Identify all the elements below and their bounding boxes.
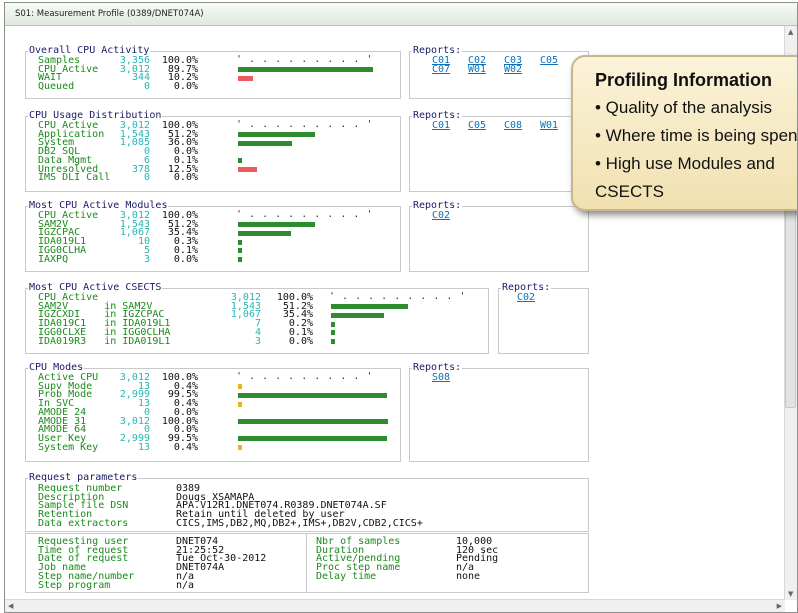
horizontal-scrollbar[interactable]: ◀ ▶ [5, 599, 785, 612]
percent-scale: ' . . . . . . . . . ' [236, 371, 373, 382]
metric-bar [238, 392, 388, 398]
request-details-panel: Requesting user DNET074 Time of request 21:… [25, 533, 589, 593]
metric-percent: 0.0% [288, 335, 313, 347]
percent-scale: ' . . . . . . . . . ' [236, 119, 373, 130]
percent-scale: ' . . . . . . . . . ' [236, 209, 373, 220]
metric-bar [238, 401, 242, 407]
cpu-usage-distribution-panel: CPU Usage Distribution CPU Active 3,012 100… [25, 111, 401, 192]
title-bar: S01: Measurement Profile (0389/DNET074A) [5, 3, 797, 26]
metric-percent: 0.0% [173, 172, 198, 184]
metric-bar [331, 330, 335, 336]
csects-reports-panel: Reports: C02 [498, 283, 589, 354]
metric-count: 3 [254, 335, 261, 347]
metric-bar [331, 312, 385, 318]
metric-percent: 0.0% [173, 253, 198, 265]
report-link-c02[interactable]: C02 [517, 293, 535, 303]
modules-reports-panel: Reports: C02 [409, 201, 589, 272]
metric-bar [238, 248, 242, 254]
request-parameters-title: Request parameters [28, 472, 139, 483]
metric-label: IAXPQ [38, 253, 69, 265]
metric-bar [238, 445, 242, 451]
metric-bar [238, 158, 242, 164]
active-csects-panel: Most CPU Active CSECTS CPU Active 3,012 100… [25, 283, 489, 354]
modes-reports-panel: Reports: S08 [409, 363, 589, 462]
active-modules-panel: Most CPU Active Modules CPU Active 3,012 10… [25, 201, 401, 272]
report-link-c02[interactable]: C02 [432, 211, 450, 221]
scroll-right-arrow-icon[interactable]: ▶ [777, 602, 782, 610]
callout-line: CSECTS [595, 182, 664, 201]
metric-label: IMS DLI Call [38, 172, 111, 184]
metric-bar [238, 75, 254, 81]
window-title: S01: Measurement Profile (0389/DNET074A) [15, 9, 204, 19]
metric-bar [238, 132, 315, 138]
param-value: CICS,IMS,DB2,MQ,DB2+,IMS+,DB2V,CDB2,CICS… [176, 517, 423, 529]
callout-line: • Where time is being spent [595, 126, 798, 145]
report-link-c01[interactable]: C01 [432, 121, 450, 131]
report-link-w01[interactable]: W01 [540, 121, 558, 131]
metric-label: System Key [38, 441, 99, 453]
param-value: none [456, 570, 481, 582]
overall-cpu-activity-panel: Overall CPU Activity Samples 3,356 100.0% ' … [25, 46, 401, 99]
metric-count: 3 [143, 253, 150, 265]
callout-line: • Quality of the analysis [595, 98, 772, 117]
cpu-modes-panel: CPU Modes Active CPU 3,012 100.0% ' . . . . … [25, 363, 401, 462]
metric-percent: 0.0% [173, 81, 198, 93]
overall-reports-panel: Reports: C01 C02 C03 C05 C07 W01 W02 [409, 46, 589, 99]
metric-bar [238, 239, 242, 245]
param-label: Delay time [316, 570, 377, 582]
metric-count: 13 [137, 441, 150, 453]
percent-scale: ' . . . . . . . . . ' [329, 291, 466, 302]
metric-bar [331, 321, 335, 327]
metric-percent: 0.4% [173, 441, 198, 453]
metric-bar [238, 67, 373, 73]
profiling-information-callout: Profiling Information • Quality of the a… [571, 55, 798, 211]
metric-bar [238, 230, 292, 236]
metric-bar [238, 140, 292, 146]
metric-label: Queued [38, 81, 75, 93]
metric-bar [238, 436, 388, 442]
percent-scale: ' . . . . . . . . . ' [236, 54, 373, 65]
metric-bar [238, 222, 315, 228]
metric-bar [238, 384, 242, 390]
scroll-up-arrow-icon[interactable]: ▲ [788, 28, 793, 36]
param-label: Data extractors [38, 517, 129, 529]
metric-label: IDA019R3 in IDA019L1 [38, 335, 171, 347]
report-link-c05[interactable]: C05 [540, 56, 558, 66]
metric-count: 0 [143, 172, 150, 184]
metric-bar [331, 339, 335, 344]
measurement-profile-window: S01: Measurement Profile (0389/DNET074A)… [4, 2, 798, 613]
metric-bar [238, 257, 242, 262]
report-link-c07[interactable]: C07 [432, 64, 450, 75]
param-label: Step program [38, 579, 111, 591]
request-details-divider [306, 534, 307, 592]
metric-bar [331, 304, 408, 310]
report-link-s08[interactable]: S08 [432, 373, 450, 383]
metric-bar [238, 167, 257, 172]
metric-count: 0 [143, 81, 150, 93]
scroll-down-arrow-icon[interactable]: ▼ [788, 590, 793, 598]
callout-title: Profiling Information [595, 70, 772, 90]
usage-reports-panel: Reports: C01 C05 C08 W01 [409, 111, 589, 192]
report-link-c05[interactable]: C05 [468, 121, 486, 131]
report-link-w01[interactable]: W01 [468, 64, 486, 75]
param-value: n/a [176, 579, 195, 591]
scroll-left-arrow-icon[interactable]: ◀ [8, 602, 13, 610]
request-parameters-panel: Request parameters Request number 0389 Desc… [25, 473, 589, 532]
report-link-c08[interactable]: C08 [504, 121, 522, 131]
metric-bar [238, 419, 388, 424]
report-link-w02[interactable]: W02 [504, 64, 522, 75]
callout-line: • High use Modules and [595, 154, 775, 173]
